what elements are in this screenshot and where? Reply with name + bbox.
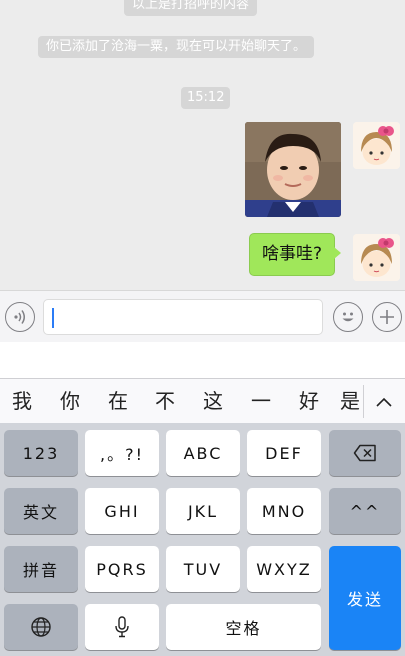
text-message-bubble[interactable]: 啥事哇? [249,233,342,276]
key-label: ,。?! [100,445,144,464]
avatar[interactable] [353,122,400,169]
key-jkl[interactable]: JKL [166,488,240,534]
voice-wave-icon [14,310,25,324]
key-label: 123 [22,443,60,463]
key-microphone[interactable] [85,604,159,650]
more-functions-button[interactable] [372,302,402,332]
send-button[interactable]: 发送 [329,546,401,650]
key-123[interactable]: 123 [4,430,78,476]
emoji-button[interactable] [333,302,363,332]
keyboard-top-gap [0,342,405,378]
candidate-word[interactable]: 好 [295,387,323,415]
candidate-word[interactable]: 在 [104,387,132,415]
key-mno[interactable]: MNO [247,488,321,534]
system-message-friend-added: 你已添加了沧海一粟，现在可以开始聊天了。 [38,36,315,58]
candidate-word[interactable]: 我 [8,387,36,415]
key-label: PQRS [96,559,148,579]
send-label: 发送 [346,590,383,609]
key-abc[interactable]: ABC [166,430,240,476]
chevron-up-icon [376,397,392,407]
key-label: JKL [187,501,219,521]
candidate-word[interactable]: 这 [199,387,227,415]
backspace-icon [353,444,376,462]
boy-photo-sticker [245,122,341,217]
key-label: WXYZ [256,559,312,579]
key-label: GHI [104,501,140,521]
key-def[interactable]: DEF [247,430,321,476]
candidate-word[interactable]: 是 [340,387,362,415]
key-label: 英文 [22,503,59,522]
message-timestamp: 15:12 [181,87,231,109]
girl-avatar-icon [353,122,400,169]
key-label: MNO [261,501,307,521]
key-emoticon[interactable]: ^^ [329,488,401,534]
key-pinyin[interactable]: 拼音 [4,546,78,592]
key-label: ^^ [349,501,381,521]
key-label: ABC [183,443,223,463]
text-caret [52,308,54,328]
smiley-icon [342,312,354,322]
girl-avatar-icon [353,234,400,281]
key-globe[interactable] [4,604,78,650]
candidate-word[interactable]: 不 [151,387,179,415]
avatar[interactable] [353,234,400,281]
key-label: 空格 [225,619,262,638]
key-pqrs[interactable]: PQRS [85,546,159,592]
candidate-word[interactable]: 你 [56,387,84,415]
key-space[interactable]: 空格 [166,604,321,650]
plus-icon [380,310,394,324]
key-label: 拼音 [22,561,59,580]
system-message-greeting: 以上是打招呼的内容 [124,0,258,16]
key-label: DEF [265,443,303,463]
expand-candidates-button[interactable] [370,389,398,415]
key-tuv[interactable]: TUV [166,546,240,592]
key-wxyz[interactable]: WXYZ [247,546,321,592]
key-english[interactable]: 英文 [4,488,78,534]
key-delete[interactable] [329,430,401,476]
voice-button[interactable] [5,302,35,332]
keyboard: 123 ,。?! ABC DEF 英文 GHI JKL MNO ^^ 拼音 PQ… [0,423,405,656]
globe-icon [31,617,51,637]
message-input[interactable] [43,299,323,335]
image-message-sticker[interactable] [245,122,341,217]
key-label: TUV [183,559,223,579]
key-punctuation[interactable]: ,。?! [85,430,159,476]
microphone-icon [115,616,129,638]
candidate-word[interactable]: 一 [247,387,275,415]
candidate-divider [363,385,364,418]
message-input-bar [0,290,405,342]
key-ghi[interactable]: GHI [85,488,159,534]
candidate-bar: 我 你 在 不 这 一 好 是 [0,378,405,423]
chat-area: 以上是打招呼的内容 你已添加了沧海一粟，现在可以开始聊天了。 15:12 啥事哇… [0,0,405,290]
